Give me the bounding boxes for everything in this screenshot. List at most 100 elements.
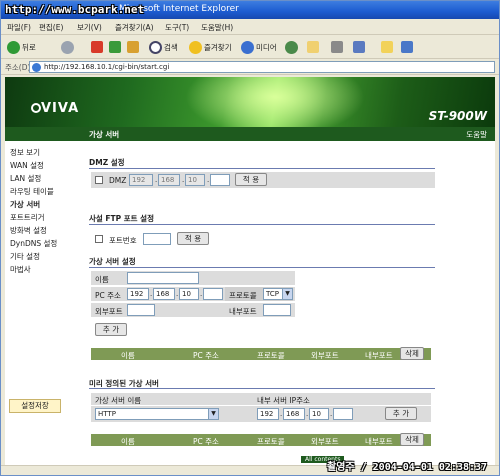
predefined-add-button[interactable]: 추 가 [385, 407, 417, 420]
history-button[interactable] [285, 39, 298, 55]
star-icon [189, 40, 202, 54]
predefined-delete-button[interactable]: 삭제 [400, 433, 424, 446]
sidebar-item-routing[interactable]: 라우팅 테이블 [10, 186, 54, 197]
browser-window: Microsoft Internet Explorer http://www.b… [0, 0, 500, 476]
col-int-port: 내부포트 [365, 351, 393, 360]
home-icon [127, 41, 139, 53]
sidebar-item-wan[interactable]: WAN 설정 [10, 160, 44, 171]
dmz-checkbox[interactable] [95, 176, 103, 184]
col-ext-port: 외부포트 [311, 351, 339, 360]
help-link[interactable]: 도움말 [466, 129, 487, 140]
router-page: VIVA ST-900W 가상 서버 도움말 정보 보기 WAN 설정 LAN … [5, 77, 495, 465]
menu-file[interactable]: 파일(F) [7, 22, 31, 33]
col-pc: PC 주소 [193, 351, 219, 360]
messenger-button[interactable] [401, 39, 413, 55]
discuss-button[interactable] [381, 39, 393, 55]
favorites-button[interactable]: 즐겨찾기 [189, 39, 232, 55]
ftp-apply-button[interactable]: 적 용 [177, 232, 209, 245]
sidebar-item-dyndns[interactable]: DynDNS 설정 [10, 238, 57, 249]
sidebar-item-virtual-server[interactable]: 가상 서버 [10, 199, 40, 210]
menu-edit[interactable]: 편집(E) [39, 22, 63, 33]
back-button[interactable]: 뒤로 [7, 39, 36, 55]
dmz-ip-3[interactable]: 10 [185, 174, 205, 186]
viva-logo: VIVA [31, 101, 79, 116]
toolbar: 뒤로 검색 즐겨찾기 미디어 [1, 35, 499, 59]
vs-ip-1[interactable]: 192 [127, 288, 149, 300]
menu-help[interactable]: 도움말(H) [201, 22, 233, 33]
predefined-server-select[interactable]: HTTP ▼ [95, 408, 219, 420]
forward-button[interactable] [61, 39, 74, 55]
vs-int-port-label: 내부포트 [229, 307, 257, 316]
pre-ip-1[interactable]: 192 [257, 408, 279, 420]
sidebar-item-info[interactable]: 정보 보기 [10, 147, 40, 158]
media-button[interactable]: 미디어 [241, 39, 277, 55]
dmz-ip-2[interactable]: 168 [158, 174, 180, 186]
chevron-down-icon: ▼ [208, 409, 218, 419]
current-section: 가상 서버 [89, 130, 120, 139]
mail-button[interactable] [307, 39, 319, 55]
col2-name: 이름 [121, 437, 135, 446]
vs-ip-4[interactable] [203, 288, 223, 300]
home-button[interactable] [127, 39, 139, 55]
pre-ip-3[interactable]: 10 [309, 408, 329, 420]
address-url[interactable]: http://192.168.10.1/cgi-bin/start.cgi [44, 63, 169, 71]
sidebar-item-port-trigger[interactable]: 포트트리거 [10, 212, 45, 223]
save-settings-button[interactable]: 설정저장 [9, 399, 61, 413]
edit-button[interactable] [353, 39, 365, 55]
dmz-ip-4[interactable] [210, 174, 230, 186]
search-button[interactable]: 검색 [149, 39, 178, 55]
dmz-ip-1[interactable]: 192 [129, 174, 153, 186]
sidebar-item-misc[interactable]: 기타 설정 [10, 251, 40, 262]
col2-int-port: 내부포트 [365, 437, 393, 446]
vs-protocol-select[interactable]: TCP ▼ [263, 288, 293, 300]
col2-pc: PC 주소 [193, 437, 219, 446]
messenger-icon [401, 41, 413, 53]
vs-ext-port-label: 외부포트 [95, 307, 123, 316]
sidebar-item-wizard[interactable]: 마법사 [10, 264, 31, 275]
refresh-button[interactable] [109, 39, 121, 55]
vs-ip-2[interactable]: 168 [153, 288, 175, 300]
banner: VIVA ST-900W [5, 77, 495, 137]
menu-view[interactable]: 보기(V) [77, 22, 102, 33]
ftp-title: 사설 FTP 포트 설정 [89, 214, 154, 223]
pre-ip-2[interactable]: 168 [283, 408, 305, 420]
ftp-port-input[interactable] [143, 233, 171, 245]
watermark-top: http://www.bcpark.net [5, 3, 145, 16]
dmz-title: DMZ 설정 [89, 158, 125, 167]
vs-ext-port-input[interactable] [127, 304, 155, 316]
vs-int-port-input[interactable] [263, 304, 291, 316]
sidebar-item-lan[interactable]: LAN 설정 [10, 173, 41, 184]
vs-name-input[interactable] [127, 272, 199, 284]
dmz-apply-button[interactable]: 적 용 [235, 173, 267, 186]
content-area: DMZ 설정 DMZ 192 . 168 . 10 . 적 용 사설 FTP 포… [87, 141, 491, 465]
vs-name-label: 이름 [95, 275, 109, 284]
address-input[interactable]: http://192.168.10.1/cgi-bin/start.cgi [29, 61, 495, 73]
print-button[interactable] [331, 39, 343, 55]
menu-favorites[interactable]: 즐겨찾기(A) [115, 22, 154, 33]
address-label: 주소(D) [5, 63, 31, 72]
stop-icon [91, 41, 103, 53]
ftp-checkbox[interactable] [95, 235, 103, 243]
sidebar-item-firewall[interactable]: 방화벽 설정 [10, 225, 47, 236]
vs-add-button[interactable]: 추 가 [95, 323, 127, 336]
vs-ip-3[interactable]: 10 [179, 288, 199, 300]
pre-ip-4[interactable] [333, 408, 353, 420]
address-bar: 주소(D) http://192.168.10.1/cgi-bin/start.… [1, 59, 499, 75]
nav-strip: 가상 서버 도움말 [5, 127, 495, 141]
print-icon [331, 41, 343, 53]
back-arrow-icon [7, 40, 20, 54]
vs-pc-label: PC 주소 [95, 291, 121, 300]
forward-arrow-icon [61, 40, 74, 54]
search-icon [149, 40, 162, 54]
mail-icon [307, 41, 319, 53]
menu-bar: 파일(F) 편집(E) 보기(V) 즐겨찾기(A) 도구(T) 도움말(H) [1, 19, 499, 35]
dmz-label: DMZ [109, 176, 127, 185]
watermark-bottom: 촬영주 / 2004-04-01 02:38:37 [327, 462, 488, 473]
model-name: ST-900W [428, 109, 487, 123]
stop-button[interactable] [91, 39, 103, 55]
vs-delete-button[interactable]: 삭제 [400, 347, 424, 360]
predefined-ip-header: 내부 서버 IP주소 [257, 396, 310, 405]
ie-page-icon [32, 63, 41, 72]
vs-protocol-label: 프로토콜 [229, 291, 257, 300]
menu-tools[interactable]: 도구(T) [165, 22, 189, 33]
